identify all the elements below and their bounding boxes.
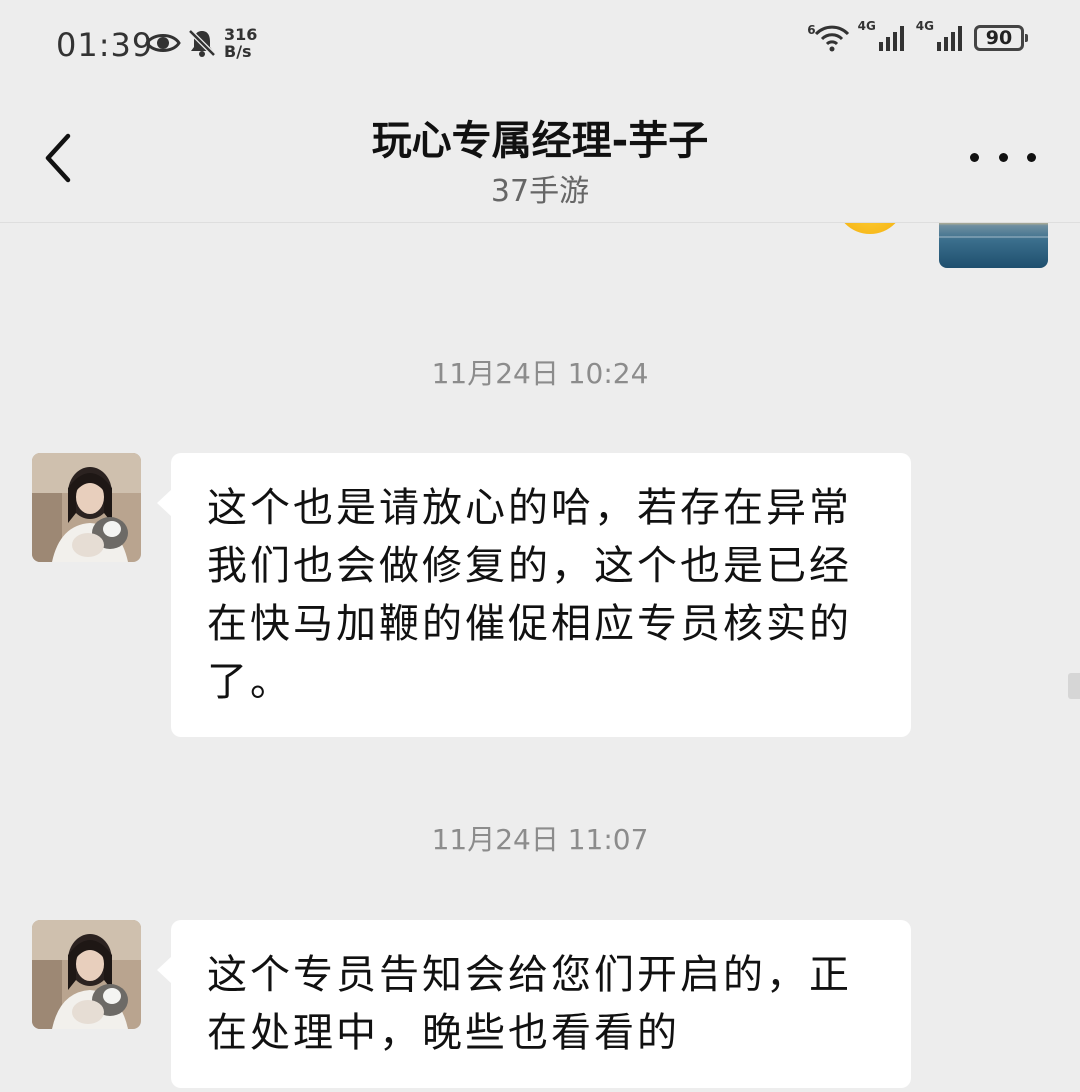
network-type-2: 4G	[915, 19, 934, 33]
status-right: 6 4G 4G 90	[807, 19, 1028, 52]
message-timestamp: 11月24日 10:24	[431, 357, 649, 390]
wifi-icon	[814, 25, 849, 52]
chat-screen: 01:39 316 B/s 6 4G 4G 90 玩心专属经理-芋子 37手游 …	[0, 0, 1080, 1092]
sent-image-thumbnail[interactable]	[939, 222, 1048, 268]
status-time: 01:39	[56, 26, 154, 64]
more-dots-icon[interactable]	[970, 142, 1036, 172]
battery-level: 90	[985, 27, 1013, 49]
network-speed-unit: B/s	[224, 42, 252, 61]
wifi-label: 6	[807, 23, 816, 37]
eye-icon	[145, 34, 181, 52]
message-text: 这个专员告知会给您们开启的，正在处理中，晚些也看看的	[207, 952, 852, 1056]
avatar[interactable]	[32, 453, 141, 562]
scroll-indicator[interactable]	[1068, 673, 1080, 699]
page-subtitle: 37手游	[490, 174, 590, 209]
message-bubble[interactable]: 这个也是请放心的哈，若存在异常我们也会做修复的，这个也是已经在快马加鞭的催促相应…	[157, 453, 911, 737]
network-type-1: 4G	[857, 19, 876, 33]
message-text: 这个也是请放心的哈，若存在异常我们也会做修复的，这个也是已经在快马加鞭的催促相应…	[207, 485, 852, 705]
avatar[interactable]	[32, 920, 141, 1029]
signal-icon	[937, 26, 962, 51]
network-speed: 316 B/s	[224, 26, 257, 60]
chat-header: 玩心专属经理-芋子 37手游	[0, 90, 1080, 223]
status-bar: 01:39 316 B/s 6 4G 4G 90	[0, 0, 1080, 90]
message-bubble[interactable]: 这个专员告知会给您们开启的，正在处理中，晚些也看看的	[157, 920, 911, 1088]
network-speed-value: 316	[224, 25, 258, 44]
message-timestamp: 11月24日 11:07	[431, 823, 649, 856]
page-title: 玩心专属经理-芋子	[371, 118, 709, 164]
bell-off-icon	[188, 29, 216, 57]
signal-icon	[878, 26, 904, 51]
battery-icon: 90	[974, 25, 1028, 51]
